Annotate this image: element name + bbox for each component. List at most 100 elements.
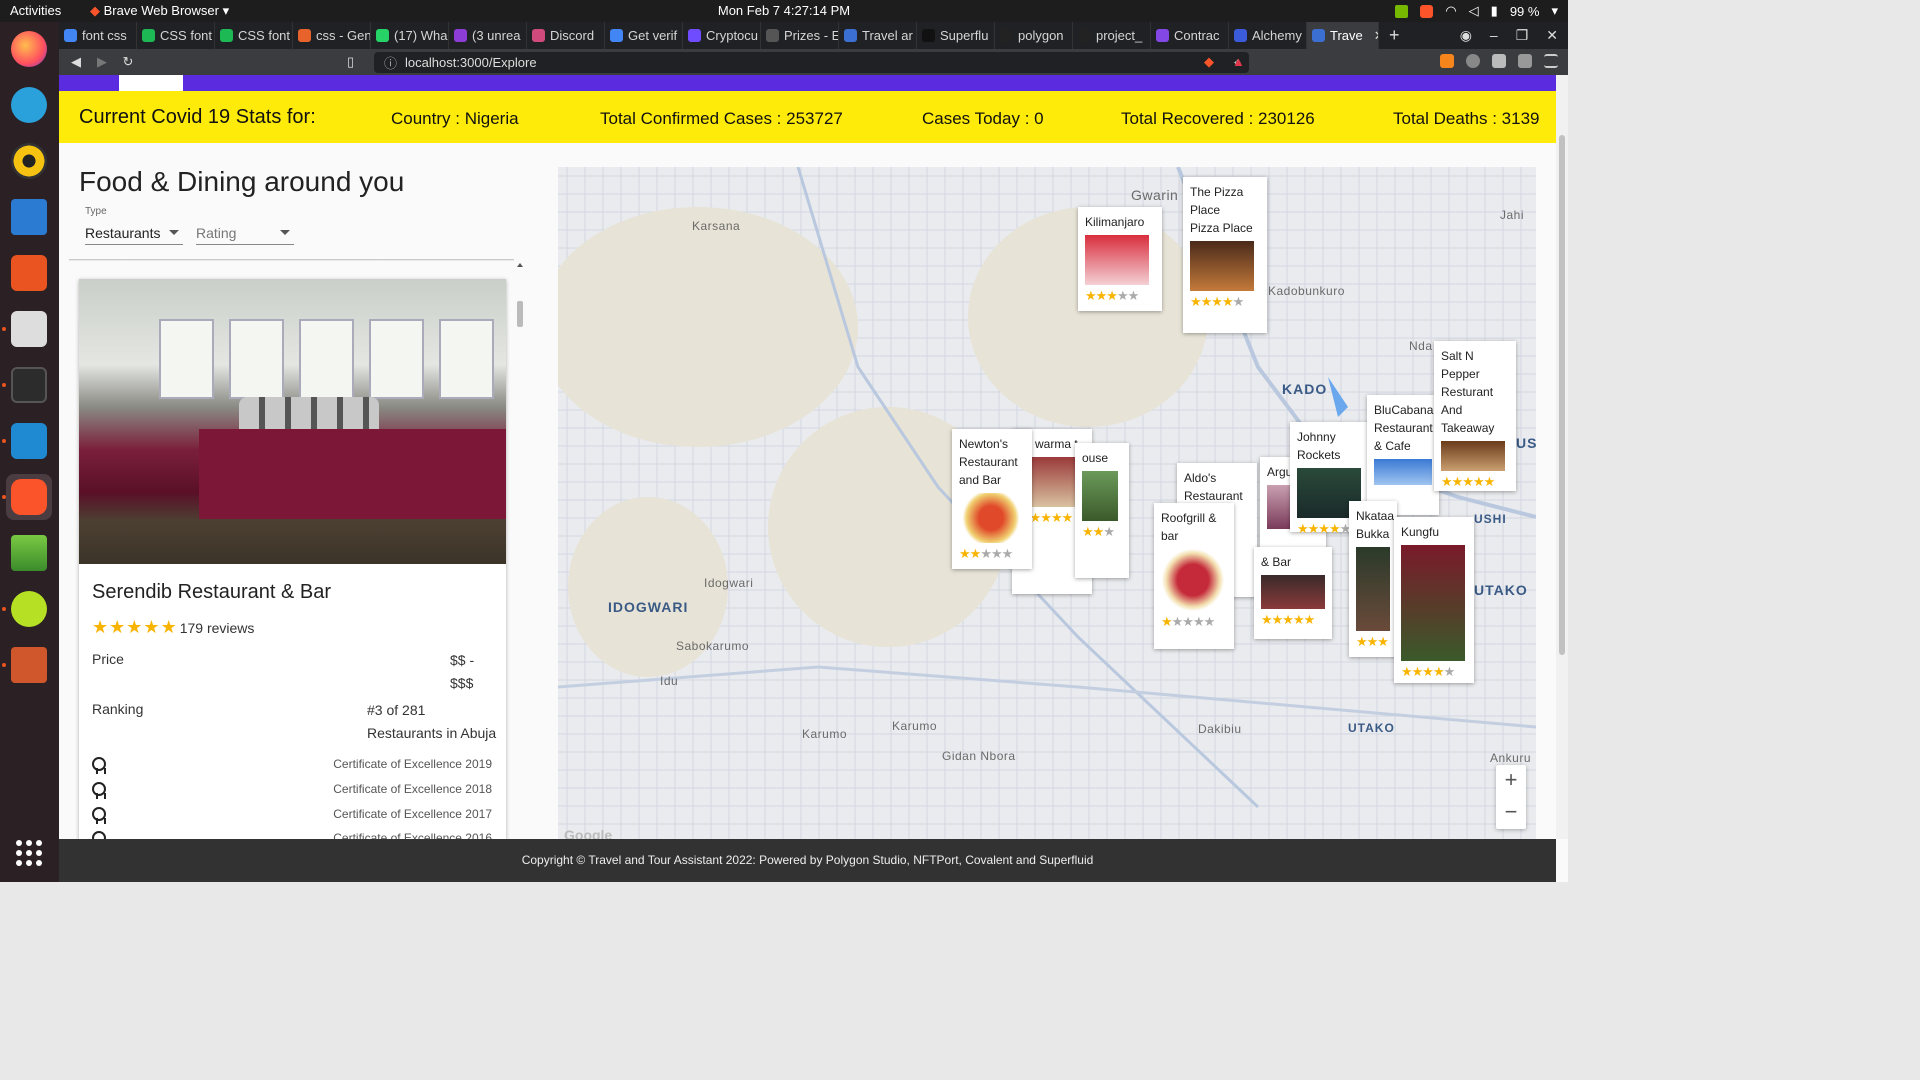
dock-software[interactable] bbox=[6, 250, 52, 296]
reload-icon[interactable]: ↻ bbox=[115, 54, 141, 70]
map-label: Gidan Nbora bbox=[942, 749, 1016, 763]
menu-icon[interactable] bbox=[1544, 54, 1558, 68]
map-marker-card[interactable]: Kilimanjaro ★★★★★ bbox=[1078, 207, 1162, 311]
browser-tab[interactable]: Cryptocu bbox=[683, 22, 761, 49]
browser-tab[interactable]: (17) Wha bbox=[371, 22, 449, 49]
tab-label: polygon bbox=[1018, 28, 1064, 43]
map-label: KADO bbox=[1282, 381, 1328, 397]
hexagon-app-icon bbox=[11, 591, 47, 627]
zoom-in-button[interactable]: + bbox=[1496, 765, 1526, 797]
award-row: Certificate of Excellence 2017 bbox=[92, 807, 492, 824]
browser-tab-active[interactable]: Trave✕ bbox=[1307, 22, 1379, 49]
list-scrollbar[interactable] bbox=[515, 261, 525, 839]
map-marker-card[interactable]: & Bar ★★★★★ bbox=[1254, 547, 1332, 639]
tab-favicon-icon bbox=[688, 29, 701, 42]
map-marker-card[interactable]: Roofgrill & bar ★★★★★ bbox=[1154, 503, 1234, 649]
browser-tab[interactable]: css - Gen bbox=[293, 22, 371, 49]
browser-tab[interactable]: (3 unrea bbox=[449, 22, 527, 49]
dock-files[interactable] bbox=[6, 306, 52, 352]
browser-tab[interactable]: font css bbox=[59, 22, 137, 49]
map-marker-card[interactable]: Newton's Restaurant and Bar ★★★★★ bbox=[952, 429, 1032, 569]
page-scrollbar[interactable] bbox=[1556, 75, 1568, 839]
map[interactable]: Gwarin Karsana Jahi Kadobunkuro KADO Nda… bbox=[558, 167, 1536, 839]
map-marker-card[interactable]: Nkataa Bukka ★★★ bbox=[1349, 501, 1397, 657]
browser-tab[interactable]: Superflu bbox=[917, 22, 995, 49]
dock-brave[interactable] bbox=[6, 474, 52, 520]
forward-icon[interactable]: ▶ bbox=[89, 54, 115, 70]
marker-rating: ★★★★★ bbox=[959, 546, 1013, 561]
dock-terminal[interactable] bbox=[6, 362, 52, 408]
dock-vscode[interactable] bbox=[6, 418, 52, 464]
map-marker-card[interactable]: BluCabana Restaurant & Cafe bbox=[1367, 395, 1439, 515]
rating-select-placeholder: Rating bbox=[196, 224, 237, 241]
covid-country: Country : Nigeria bbox=[391, 109, 519, 128]
wallet-icon[interactable] bbox=[1518, 54, 1532, 68]
map-label: Karumo bbox=[802, 727, 848, 741]
brave-shields-icon[interactable]: ◆ bbox=[1204, 54, 1214, 70]
marker-name: The Pizza Place bbox=[1190, 185, 1244, 217]
scroll-up-icon[interactable] bbox=[517, 263, 523, 267]
dock-app[interactable] bbox=[6, 586, 52, 632]
map-label: Ankuru bbox=[1490, 751, 1532, 765]
tab-favicon-icon bbox=[766, 29, 779, 42]
dock-image-viewer[interactable] bbox=[6, 530, 52, 576]
dock-impress[interactable] bbox=[6, 642, 52, 688]
tab-label: Prizes - E bbox=[784, 28, 839, 43]
map-marker-card[interactable]: Kungfu ★★★★★ bbox=[1394, 517, 1474, 683]
extensions-row bbox=[1440, 54, 1558, 68]
covid-lead: Current Covid 19 Stats for: bbox=[79, 105, 316, 128]
map-label: Sabokarumo bbox=[676, 639, 750, 653]
dock-writer[interactable] bbox=[6, 194, 52, 240]
dock-telegram[interactable] bbox=[6, 82, 52, 128]
list-scrollbar-thumb[interactable] bbox=[517, 301, 523, 327]
rating-select[interactable]: Rating bbox=[196, 221, 294, 245]
browser-tab[interactable]: Travel ar bbox=[839, 22, 917, 49]
system-tray[interactable]: ◠ ◁ ▮ 99 % ▾ bbox=[1395, 3, 1558, 19]
map-marker-card[interactable]: Salt N Pepper Resturant And Takeaway ★★★… bbox=[1434, 341, 1516, 491]
close-window-icon[interactable]: ✕ bbox=[1546, 27, 1558, 44]
browser-tab[interactable]: project_ bbox=[1073, 22, 1151, 49]
clock[interactable]: Mon Feb 7 4:27:14 PM bbox=[0, 3, 1568, 18]
back-icon[interactable]: ◀ bbox=[63, 54, 89, 70]
page-scrollbar-thumb[interactable] bbox=[1559, 135, 1565, 655]
logo[interactable] bbox=[119, 75, 183, 91]
browser-tab[interactable]: Discord bbox=[527, 22, 605, 49]
brave-rewards-icon[interactable]: ▲ bbox=[1232, 54, 1245, 69]
tab-label: CSS font bbox=[160, 28, 213, 43]
minimize-icon[interactable]: – bbox=[1490, 27, 1498, 44]
bookmark-icon[interactable]: ▯ bbox=[347, 54, 354, 70]
map-label: UTAKO bbox=[1348, 721, 1395, 735]
extension-icon[interactable] bbox=[1466, 54, 1480, 68]
price-value-line: $$$ bbox=[450, 675, 474, 691]
site-info-icon[interactable]: ⓘ bbox=[384, 53, 397, 72]
tab-favicon-icon bbox=[142, 29, 155, 42]
restaurant-card[interactable]: Serendib Restaurant & Bar ★ ★ ★ ★ ★ 179 … bbox=[79, 279, 506, 859]
browser-tab[interactable]: Prizes - E bbox=[761, 22, 839, 49]
type-select[interactable]: Restaurants bbox=[85, 221, 183, 245]
browser-tab[interactable]: CSS font bbox=[137, 22, 215, 49]
new-tab-button[interactable]: + bbox=[1379, 25, 1410, 46]
dock-firefox[interactable] bbox=[6, 26, 52, 72]
browser-tab[interactable]: Get verif bbox=[605, 22, 683, 49]
browser-tab[interactable]: polygon bbox=[995, 22, 1073, 49]
award-icon bbox=[92, 807, 106, 824]
tab-search-icon[interactable]: ◉ bbox=[1460, 27, 1472, 44]
browser-tab[interactable]: Contrac bbox=[1151, 22, 1229, 49]
maximize-icon[interactable]: ❐ bbox=[1516, 27, 1529, 44]
marker-name: Nkataa Bukka bbox=[1356, 509, 1395, 541]
zoom-out-button[interactable]: − bbox=[1496, 797, 1526, 829]
map-marker-card[interactable]: The Pizza Place Pizza Place ★★★★★ bbox=[1183, 177, 1267, 333]
show-apps-button[interactable] bbox=[16, 840, 42, 866]
metamask-icon[interactable] bbox=[1440, 54, 1454, 68]
ranking-value: #3 of 281 Restaurants in Abuja bbox=[367, 699, 496, 745]
image-viewer-icon bbox=[11, 535, 47, 571]
marker-name: & Bar bbox=[1261, 555, 1292, 569]
browser-tab[interactable]: Alchemy bbox=[1229, 22, 1307, 49]
map-label: Nda bbox=[1409, 339, 1433, 353]
map-marker-card[interactable]: ouse ★★★ bbox=[1075, 443, 1129, 578]
dock-rhythmbox[interactable] bbox=[6, 138, 52, 184]
browser-tab[interactable]: CSS font bbox=[215, 22, 293, 49]
address-bar[interactable]: ⓘ localhost:3000/Explore ⌖ bbox=[374, 52, 1249, 73]
puzzle-icon[interactable] bbox=[1492, 54, 1506, 68]
window-controls: ◉ – ❐ ✕ bbox=[1460, 27, 1568, 44]
